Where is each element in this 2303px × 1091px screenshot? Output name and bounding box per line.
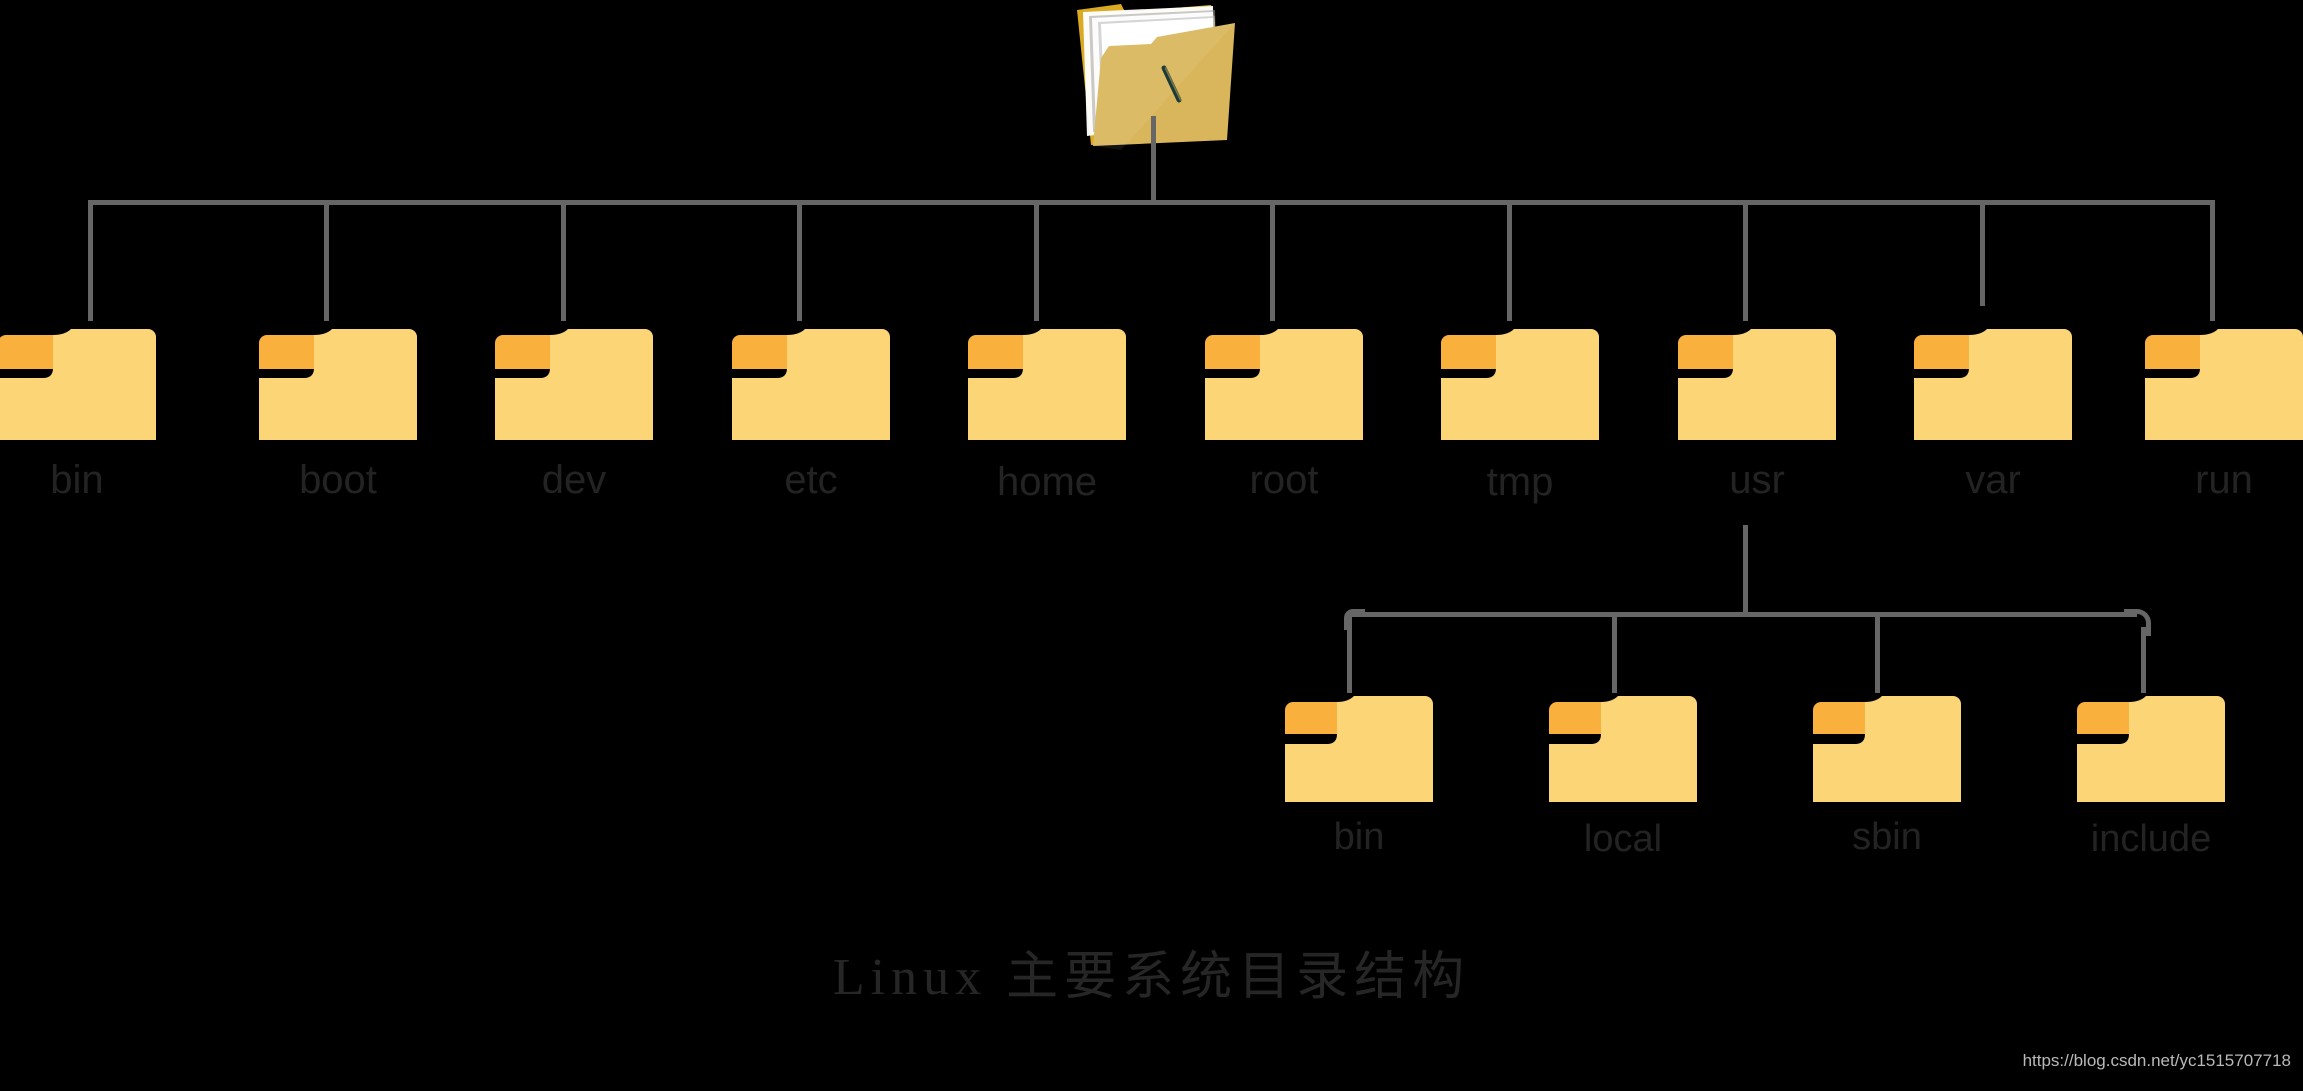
connector-drop-root bbox=[1270, 200, 1275, 321]
connector-drop-dev bbox=[561, 200, 566, 321]
label-usr: usr bbox=[1729, 458, 1785, 502]
connector-drop-boot bbox=[324, 200, 329, 321]
connector-drop-tmp bbox=[1507, 200, 1512, 321]
connector-level2-bus bbox=[1347, 612, 2137, 617]
folder-home[interactable] bbox=[968, 326, 1126, 440]
label-home: home bbox=[996, 460, 1098, 504]
label-root: root bbox=[1249, 458, 1319, 502]
label-usr-bin: bin bbox=[1333, 816, 1385, 858]
connector-level1-bus bbox=[88, 200, 2215, 205]
folder-usr-local[interactable] bbox=[1549, 694, 1697, 802]
folder-usr-include[interactable] bbox=[2077, 694, 2225, 802]
folder-tmp[interactable] bbox=[1441, 326, 1599, 440]
folder-var[interactable] bbox=[1914, 326, 2072, 440]
label-run: run bbox=[2195, 458, 2253, 502]
label-usr-local: local bbox=[1583, 818, 1663, 860]
folder-usr-sbin[interactable] bbox=[1813, 694, 1961, 802]
folder-dev[interactable] bbox=[495, 326, 653, 440]
connector-root-stem bbox=[1151, 116, 1156, 202]
folder-root[interactable] bbox=[1205, 326, 1363, 440]
connector-drop-usr-sbin bbox=[1875, 612, 1880, 693]
connector-drop-var bbox=[1980, 200, 1985, 306]
folder-bin[interactable] bbox=[0, 326, 156, 440]
connector-drop-usr-local bbox=[1612, 612, 1617, 693]
folder-etc[interactable] bbox=[732, 326, 890, 440]
connector-drop-usr bbox=[1743, 200, 1748, 321]
connector-usr-stem bbox=[1743, 525, 1748, 617]
diagram-canvas: bin boot dev etc home root tmp usr var r… bbox=[0, 0, 2303, 1091]
label-etc: etc bbox=[784, 458, 838, 502]
connector-drop-run bbox=[2210, 200, 2215, 321]
label-dev: dev bbox=[541, 458, 607, 502]
connector-drop-bin bbox=[88, 200, 93, 321]
label-bin: bin bbox=[50, 458, 104, 502]
connector-drop-usr-bin bbox=[1347, 612, 1352, 693]
connector-drop-etc bbox=[797, 200, 802, 321]
folder-usr-bin[interactable] bbox=[1285, 694, 1433, 802]
label-tmp: tmp bbox=[1486, 460, 1554, 504]
label-usr-sbin: sbin bbox=[1852, 816, 1922, 858]
folder-usr[interactable] bbox=[1678, 326, 1836, 440]
watermark-url: https://blog.csdn.net/yc1515707718 bbox=[2022, 1051, 2291, 1070]
folder-boot[interactable] bbox=[259, 326, 417, 440]
folder-run[interactable] bbox=[2145, 326, 2303, 440]
diagram-caption: Linux 主要系统目录结构 bbox=[832, 949, 1471, 1006]
connector-level2-right-corner bbox=[2124, 609, 2151, 636]
label-boot: boot bbox=[299, 458, 377, 502]
label-var: var bbox=[1965, 458, 2021, 502]
label-usr-include: include bbox=[2090, 818, 2212, 860]
connector-drop-usr-include bbox=[2141, 627, 2146, 693]
connector-drop-home bbox=[1034, 200, 1039, 321]
